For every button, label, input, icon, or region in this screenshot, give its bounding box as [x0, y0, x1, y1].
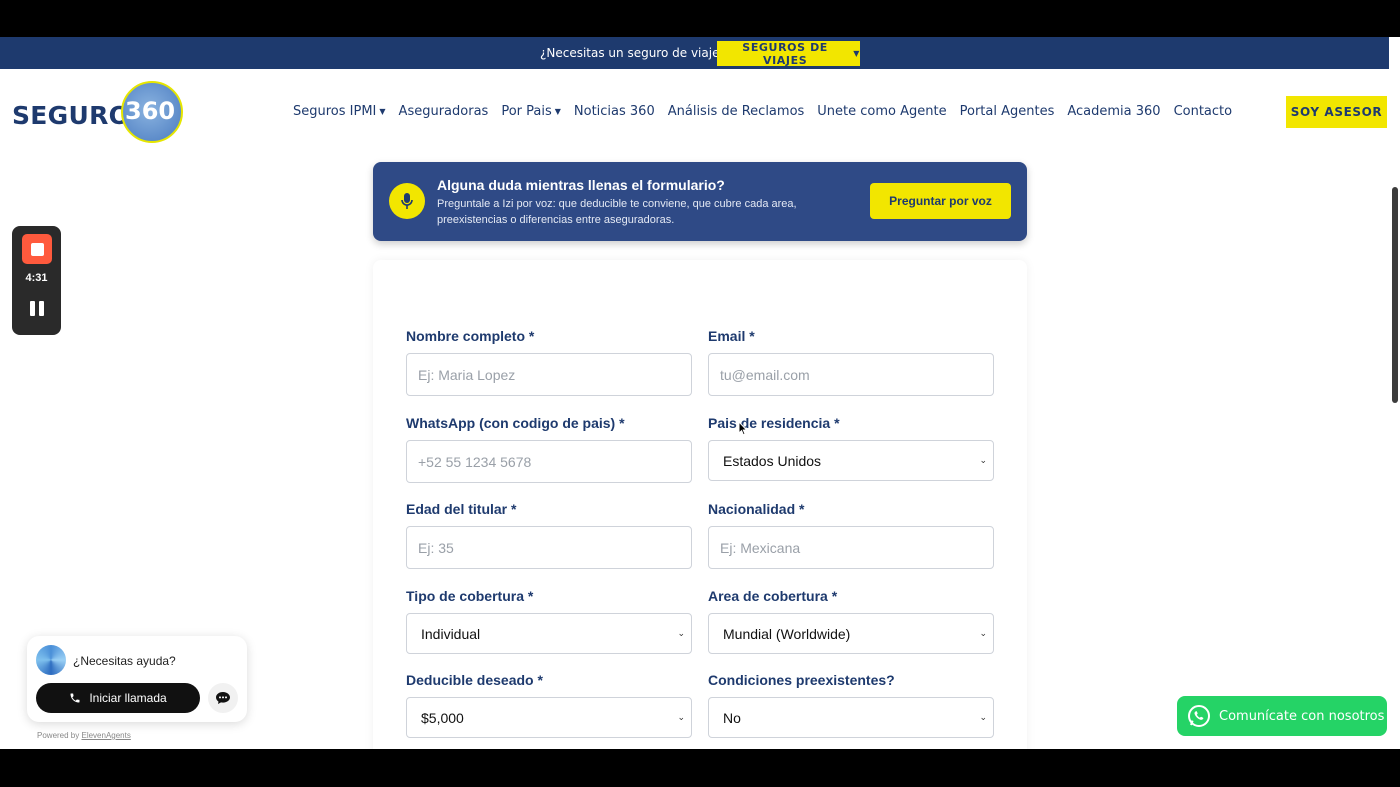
help-prompt: ¿Necesitas ayuda?: [73, 654, 176, 668]
nav-item-seguros-ipmi[interactable]: Seguros IPMI ▼: [293, 104, 386, 119]
deductible-label: Deducible deseado *: [406, 672, 543, 688]
nav-label: Análisis de Reclamos: [667, 104, 805, 119]
recording-time: 4:31: [25, 272, 48, 284]
nav-label: Por Pais: [501, 104, 552, 119]
nav-item-por-pais[interactable]: Por Pais ▼: [501, 104, 561, 119]
nav-label: Unete como Agente: [817, 104, 947, 119]
preexisting-value: No: [723, 709, 741, 726]
email-placeholder: tu@email.com: [720, 366, 810, 383]
full-name-input[interactable]: Ej: Maria Lopez: [406, 353, 692, 396]
caret-down-icon: ▼: [379, 107, 386, 116]
microphone-icon: [389, 183, 425, 219]
powered-prefix: Powered by: [37, 731, 80, 740]
whatsapp-icon: [1188, 705, 1210, 727]
country-label: Pais de residencia *: [708, 415, 840, 431]
whatsapp-label: Comunícate con nosotros: [1219, 708, 1385, 724]
chevron-down-icon: ⌄: [979, 455, 987, 465]
nationality-input[interactable]: Ej: Mexicana: [708, 526, 994, 569]
letterbox-bottom: [0, 749, 1400, 787]
deductible-select[interactable]: $5,000 ⌄: [406, 697, 692, 738]
powered-link[interactable]: ElevenAgents: [81, 731, 130, 740]
nav-item-aseguradoras[interactable]: Aseguradoras: [399, 104, 489, 119]
coverage-area-select[interactable]: Mundial (Worldwide) ⌄: [708, 613, 994, 654]
nav-item-noticias[interactable]: Noticias 360: [574, 104, 655, 119]
site-logo[interactable]: SEGUROS 360: [12, 81, 184, 145]
coverage-area-label: Area de cobertura *: [708, 588, 838, 604]
logo-number: 360: [125, 97, 176, 125]
coverage-type-value: Individual: [421, 625, 481, 642]
chevron-down-icon: ⌄: [979, 628, 987, 638]
nav-item-contacto[interactable]: Contacto: [1174, 104, 1233, 119]
full-name-placeholder: Ej: Maria Lopez: [418, 366, 516, 383]
scrollbar-thumb[interactable]: [1392, 187, 1398, 403]
coverage-area-value: Mundial (Worldwide): [723, 625, 851, 642]
nav-label: Aseguradoras: [398, 104, 489, 119]
nav-item-academia[interactable]: Academia 360: [1067, 104, 1160, 119]
email-label: Email *: [708, 328, 755, 344]
stop-recording-button[interactable]: [22, 234, 52, 264]
nav-label: Portal Agentes: [959, 104, 1055, 119]
age-placeholder: Ej: 35: [418, 539, 454, 556]
preexisting-label: Condiciones preexistentes?: [708, 672, 895, 688]
voice-banner-title: Alguna duda mientras llenas el formulari…: [437, 177, 725, 193]
browser-viewport: ¿Necesitas un seguro de viaje? SEGUROS D…: [0, 37, 1400, 749]
caret-down-icon: ▼: [554, 107, 561, 116]
whatsapp-label: WhatsApp (con codigo de pais) *: [406, 415, 625, 431]
mouse-cursor-icon: [738, 421, 748, 436]
nav-label: Noticias 360: [573, 104, 655, 119]
stop-icon: [30, 242, 44, 256]
start-call-button[interactable]: Iniciar llamada: [36, 683, 200, 713]
chevron-down-icon: ⌄: [677, 712, 685, 722]
phone-icon: [70, 693, 80, 703]
age-input[interactable]: Ej: 35: [406, 526, 692, 569]
chevron-down-icon: ⌄: [979, 712, 987, 722]
voice-help-banner: Alguna duda mientras llenas el formulari…: [373, 162, 1027, 241]
caret-down-icon: ▼: [853, 49, 860, 58]
screen-recorder: 4:31: [12, 226, 61, 335]
chevron-down-icon: ⌄: [677, 628, 685, 638]
full-name-label: Nombre completo *: [406, 328, 535, 344]
nav-label: Contacto: [1173, 104, 1233, 119]
start-call-label: Iniciar llamada: [89, 691, 167, 705]
nav-label: Academia 360: [1067, 104, 1161, 119]
chat-icon[interactable]: [208, 683, 238, 713]
letterbox-top: [0, 0, 1400, 37]
ask-by-voice-button[interactable]: Preguntar por voz: [870, 183, 1011, 219]
whatsapp-input[interactable]: +52 55 1234 5678: [406, 440, 692, 483]
travel-insurance-button[interactable]: SEGUROS DE VIAJES ▼: [717, 40, 860, 67]
coverage-type-select[interactable]: Individual ⌄: [406, 613, 692, 654]
screen: ¿Necesitas un seguro de viaje? SEGUROS D…: [0, 0, 1400, 787]
whatsapp-placeholder: +52 55 1234 5678: [418, 453, 532, 470]
main-nav: Seguros IPMI ▼ Aseguradoras Por Pais ▼ Not…: [293, 104, 1245, 119]
quote-form: Nombre completo * Ej: Maria Lopez Email …: [373, 260, 1027, 749]
powered-by: Powered by ElevenAgents: [37, 731, 131, 740]
announcement-bar: ¿Necesitas un seguro de viaje? SEGUROS D…: [0, 37, 1400, 69]
country-select[interactable]: Estados Unidos ⌄: [708, 440, 994, 481]
coverage-type-label: Tipo de cobertura *: [406, 588, 534, 604]
nav-item-portal-agentes[interactable]: Portal Agentes: [960, 104, 1055, 119]
nationality-placeholder: Ej: Mexicana: [720, 539, 801, 556]
nav-label: Seguros IPMI: [293, 104, 377, 119]
deductible-value: $5,000: [421, 709, 464, 726]
age-label: Edad del titular *: [406, 501, 517, 517]
voice-agent-widget: ¿Necesitas ayuda? Iniciar llamada: [27, 636, 247, 722]
voice-banner-description: Preguntale a Izi por voz: que deducible …: [437, 198, 797, 226]
country-value: Estados Unidos: [723, 452, 822, 469]
travel-insurance-label: SEGUROS DE VIAJES: [742, 40, 828, 67]
email-input[interactable]: tu@email.com: [708, 353, 994, 396]
nationality-label: Nacionalidad *: [708, 501, 805, 517]
nav-item-analisis-reclamos[interactable]: Análisis de Reclamos: [668, 104, 805, 119]
soy-asesor-button[interactable]: SOY ASESOR: [1286, 96, 1387, 128]
agent-avatar: [36, 645, 66, 675]
nav-item-unete-agente[interactable]: Unete como Agente: [817, 104, 946, 119]
whatsapp-contact-button[interactable]: Comunícate con nosotros: [1177, 696, 1387, 736]
pause-icon[interactable]: [30, 301, 44, 317]
preexisting-select[interactable]: No ⌄: [708, 697, 994, 738]
announcement-text: ¿Necesitas un seguro de viaje?: [540, 46, 726, 60]
